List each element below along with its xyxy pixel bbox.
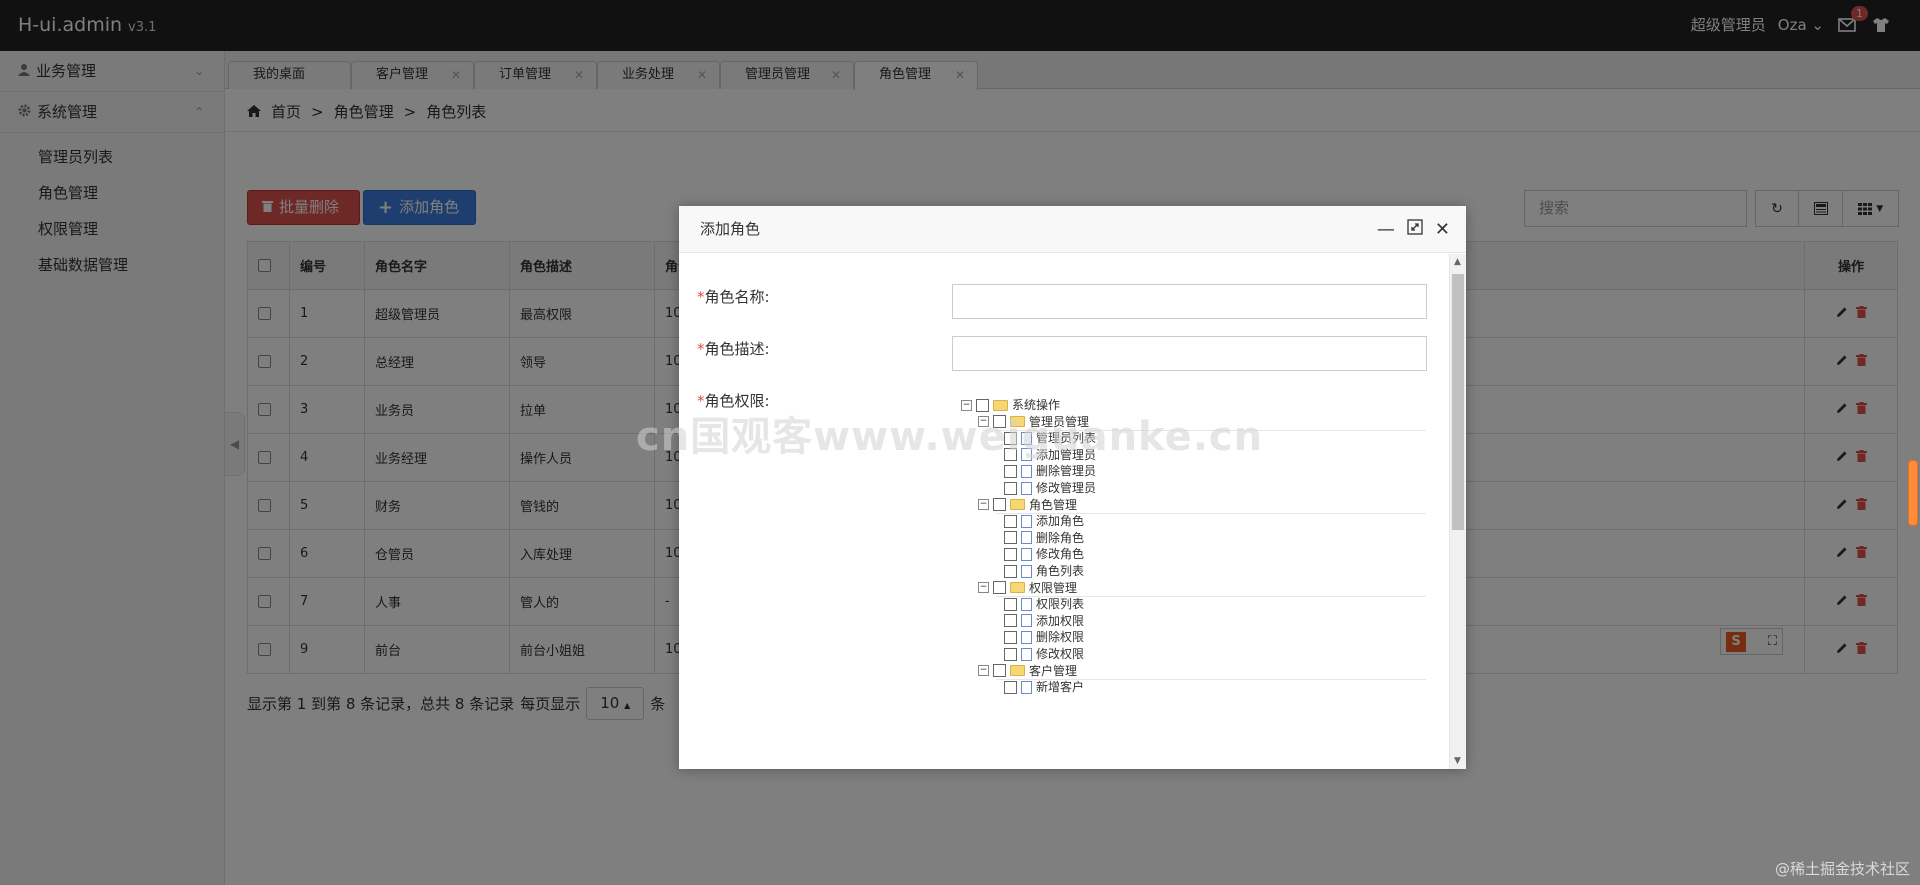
tree-leaf-node[interactable]: 新增客户 xyxy=(1004,678,1084,696)
tree-node-label: 修改管理员 xyxy=(1036,481,1097,495)
file-icon xyxy=(1021,481,1032,495)
role-name-label: *角色名称: xyxy=(697,286,770,307)
watermark-corner: @稀土掘金技术社区 xyxy=(1774,860,1910,878)
dialog-body: *角色名称: *角色描述: *角色权限: − 系统操作 − 管理员管理 管理员列表 添加管… xyxy=(679,254,1449,769)
scroll-down-icon[interactable]: ▼ xyxy=(1454,756,1461,766)
tree-node-label: 添加角色 xyxy=(1036,514,1085,529)
role-name-label-text: 角色名称: xyxy=(704,288,770,306)
tree-node-label: 删除管理员 xyxy=(1036,464,1097,479)
tree-node-label: 修改角色 xyxy=(1036,547,1085,562)
tree-checkbox[interactable] xyxy=(993,581,1006,595)
tree-node-label: 角色列表 xyxy=(1036,564,1085,578)
tree-node-label: 权限列表 xyxy=(1036,597,1085,612)
tree-leaf-node[interactable]: 角色列表 xyxy=(1004,562,1084,580)
required-mark: * xyxy=(697,288,705,306)
tree-checkbox[interactable] xyxy=(1004,680,1017,694)
file-icon xyxy=(1021,597,1032,611)
maximize-icon[interactable] xyxy=(1407,206,1423,253)
tree-leaf-node[interactable]: 修改权限 xyxy=(1004,645,1084,663)
collapse-toggle-icon[interactable]: − xyxy=(978,665,989,677)
tree-leaf-node[interactable]: 删除角色 xyxy=(1004,529,1084,547)
dialog-header: 添加角色 — ✕ xyxy=(679,206,1466,253)
tree-node-label: 修改权限 xyxy=(1036,647,1085,661)
page-scroll-indicator[interactable] xyxy=(1908,460,1918,526)
tree-checkbox[interactable] xyxy=(1004,531,1017,545)
tree-checkbox[interactable] xyxy=(1004,647,1017,661)
tree-checkbox[interactable] xyxy=(1004,514,1017,528)
file-icon xyxy=(1021,680,1032,694)
role-desc-label: *角色描述: xyxy=(697,338,770,359)
close-icon[interactable]: ✕ xyxy=(1435,206,1450,253)
role-name-input[interactable] xyxy=(952,284,1427,319)
role-desc-input[interactable] xyxy=(952,336,1427,371)
folder-icon xyxy=(1010,582,1025,594)
minimize-icon[interactable]: — xyxy=(1377,206,1395,253)
file-icon xyxy=(1021,514,1032,528)
dialog-title: 添加角色 xyxy=(700,220,761,238)
tree-node-label: 删除角色 xyxy=(1036,530,1085,545)
tree-leaf-node[interactable]: 修改角色 xyxy=(1004,545,1084,563)
tree-checkbox[interactable] xyxy=(993,664,1006,678)
tree-checkbox[interactable] xyxy=(1004,597,1017,611)
collapse-toggle-icon[interactable]: − xyxy=(978,499,989,511)
file-icon xyxy=(1021,531,1032,545)
tree-node-label: 角色管理 xyxy=(1029,497,1078,512)
tree-checkbox[interactable] xyxy=(993,498,1006,512)
file-icon xyxy=(1021,547,1032,561)
tree-node-label: 客户管理 xyxy=(1029,663,1078,678)
file-icon xyxy=(1021,647,1032,661)
watermark-center: cn国观客www.weiguanke.cn xyxy=(636,414,1264,460)
tree-folder-node[interactable]: − 客户管理 xyxy=(978,662,1077,680)
folder-icon xyxy=(1010,665,1025,677)
role-desc-label-text: 角色描述: xyxy=(704,340,770,358)
tree-leaf-node[interactable]: 修改管理员 xyxy=(1004,479,1096,497)
required-mark: * xyxy=(697,340,705,358)
add-role-dialog: 添加角色 — ✕ *角色名称: *角色描述: *角色权限: − 系统操作 − 管理员管… xyxy=(679,206,1466,769)
dialog-scrollbar[interactable]: ▲ ▼ xyxy=(1449,254,1466,769)
collapse-toggle-icon[interactable]: − xyxy=(978,582,989,594)
tree-checkbox[interactable] xyxy=(1004,464,1017,478)
tree-folder-node[interactable]: − 权限管理 xyxy=(978,579,1077,597)
scroll-up-icon[interactable]: ▲ xyxy=(1454,257,1461,267)
file-icon xyxy=(1021,614,1032,628)
tree-leaf-node[interactable]: 添加权限 xyxy=(1004,612,1084,630)
tree-leaf-node[interactable]: 删除管理员 xyxy=(1004,462,1096,480)
file-icon xyxy=(1021,464,1032,478)
tree-node-label: 删除权限 xyxy=(1036,630,1085,645)
folder-icon xyxy=(1010,499,1025,511)
tree-checkbox[interactable] xyxy=(1004,564,1017,578)
scroll-thumb[interactable] xyxy=(1452,274,1464,530)
file-icon xyxy=(1021,564,1032,578)
tree-checkbox[interactable] xyxy=(1004,614,1017,628)
tree-leaf-node[interactable]: 权限列表 xyxy=(1004,595,1084,613)
tree-folder-node[interactable]: − 角色管理 xyxy=(978,496,1077,514)
tree-leaf-node[interactable]: 添加角色 xyxy=(1004,512,1084,530)
tree-node-label: 添加权限 xyxy=(1036,613,1085,628)
tree-node-label: 权限管理 xyxy=(1029,580,1078,595)
tree-checkbox[interactable] xyxy=(1004,630,1017,644)
file-icon xyxy=(1021,630,1032,644)
tree-node-label: 新增客户 xyxy=(1036,680,1085,695)
tree-checkbox[interactable] xyxy=(1004,481,1017,495)
tree-leaf-node[interactable]: 删除权限 xyxy=(1004,628,1084,646)
tree-checkbox[interactable] xyxy=(1004,547,1017,561)
